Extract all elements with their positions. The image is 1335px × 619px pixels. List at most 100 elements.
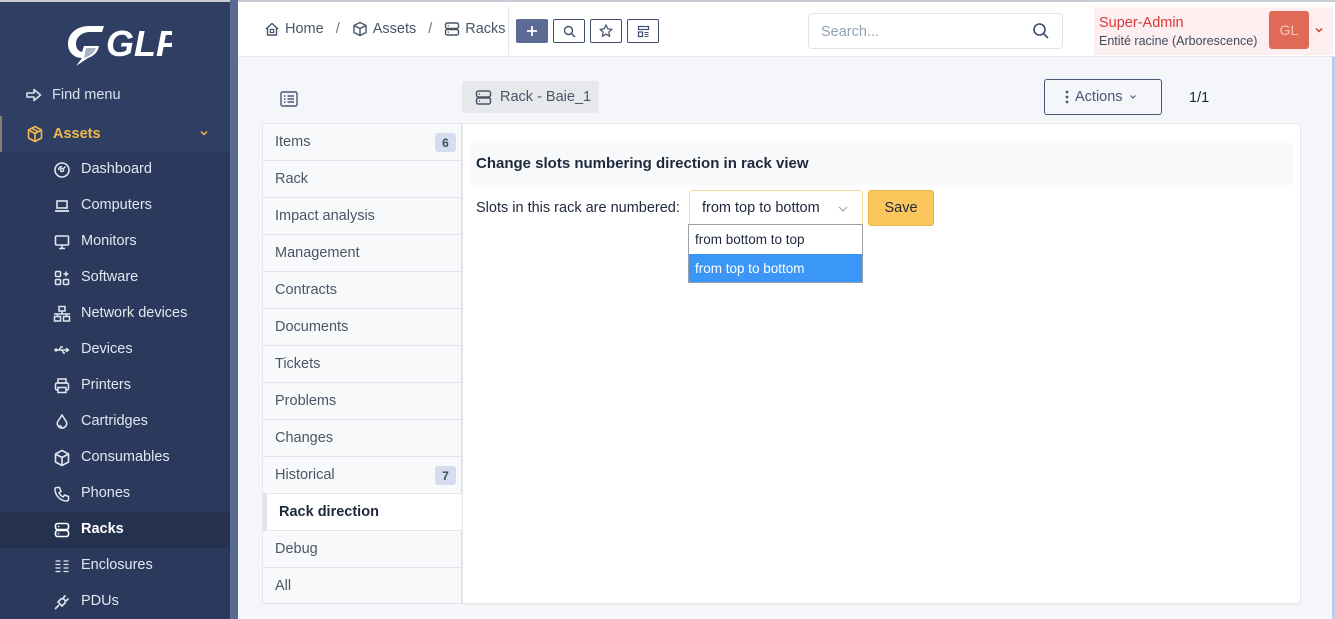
- box-icon: [353, 21, 367, 37]
- breadcrumb-assets[interactable]: Assets: [352, 21, 416, 37]
- item-tabs: Items 6 Rack Impact analysis Management …: [262, 123, 463, 605]
- tab-debug[interactable]: Debug: [263, 531, 462, 568]
- box-icon: [27, 125, 43, 143]
- option-top-to-bottom[interactable]: from top to bottom: [689, 254, 862, 282]
- avatar[interactable]: GL: [1269, 11, 1309, 49]
- sidebar-item-monitors[interactable]: Monitors: [0, 224, 230, 260]
- sidebar-section-label: Assets: [53, 126, 101, 142]
- tab-contracts[interactable]: Contracts: [263, 272, 462, 309]
- sidebar-item-label: Dashboard: [81, 161, 152, 177]
- tab-historical[interactable]: Historical 7: [263, 457, 462, 494]
- apps-icon: [54, 270, 70, 286]
- search-input[interactable]: [821, 22, 1021, 42]
- home-icon: [265, 22, 279, 36]
- breadcrumb-separator: /: [428, 21, 433, 37]
- add-button[interactable]: [516, 19, 548, 43]
- sidebar-item-label: Racks: [81, 521, 124, 537]
- printer-icon: [54, 378, 70, 394]
- sidebar-item-label: Enclosures: [81, 557, 153, 573]
- logo-text: GLPI: [106, 23, 172, 64]
- sidebar-item-software[interactable]: Software: [0, 260, 230, 296]
- option-label: from top to bottom: [695, 261, 805, 276]
- tab-label: Tickets: [275, 356, 321, 372]
- numbering-field-label: Slots in this rack are numbered:: [476, 200, 680, 216]
- tab-label: Items: [275, 134, 311, 150]
- glpi-logo[interactable]: GLPI: [62, 20, 172, 68]
- network-icon: [53, 305, 71, 322]
- item-title-text: Rack - Baie_1: [500, 89, 592, 105]
- plus-icon: [527, 26, 537, 36]
- server-icon: [54, 522, 70, 538]
- tab-items[interactable]: Items 6: [263, 124, 462, 161]
- header-divider: [508, 7, 509, 55]
- search-icon[interactable]: [1032, 22, 1050, 40]
- tab-rack-direction[interactable]: Rack direction: [263, 494, 463, 531]
- sidebar-item-printers[interactable]: Printers: [0, 368, 230, 404]
- option-bottom-to-top[interactable]: from bottom to top: [689, 225, 862, 253]
- sidebar-item-enclosures[interactable]: Enclosures: [0, 548, 230, 584]
- user-menu[interactable]: Super-Admin Entité racine (Arborescence)…: [1094, 7, 1333, 55]
- server-icon: [445, 22, 460, 36]
- sidebar-item-consumables[interactable]: Consumables: [0, 440, 230, 476]
- numbering-direction-select[interactable]: from top to bottom: [689, 190, 863, 226]
- search-icon: [563, 25, 575, 37]
- item-title: Rack - Baie_1: [462, 81, 599, 113]
- template-icon: [637, 25, 649, 37]
- gauge-icon: [54, 162, 70, 178]
- sidebar-submenu: Dashboard Computers Monitors Software Ne…: [0, 152, 230, 619]
- list-columns-icon: [55, 560, 69, 573]
- select-dropdown-list: from bottom to top from top to bottom: [688, 224, 863, 283]
- find-menu-button[interactable]: Find menu: [26, 84, 121, 106]
- sidebar-item-devices[interactable]: Devices: [0, 332, 230, 368]
- sidebar-item-phones[interactable]: Phones: [0, 476, 230, 512]
- sidebar-item-pdus[interactable]: PDUs: [0, 584, 230, 619]
- sidebar-item-computers[interactable]: Computers: [0, 188, 230, 224]
- sidebar-item-cartridges[interactable]: Cartridges: [0, 404, 230, 440]
- breadcrumb-label: Home: [285, 21, 324, 37]
- chevron-down-icon: [838, 206, 848, 212]
- count-badge: 6: [435, 133, 456, 152]
- sidebar-item-network-devices[interactable]: Network devices: [0, 296, 230, 332]
- star-icon: [599, 24, 613, 37]
- breadcrumb-racks[interactable]: Racks: [444, 21, 506, 37]
- tab-label: Impact analysis: [275, 208, 375, 224]
- toggle-tabs-icon[interactable]: [280, 91, 298, 107]
- breadcrumb-separator: /: [335, 21, 340, 37]
- sidebar-item-label: PDUs: [81, 593, 119, 609]
- templates-button[interactable]: [627, 19, 659, 43]
- tab-rack[interactable]: Rack: [263, 161, 462, 198]
- sidebar-item-dashboard[interactable]: Dashboard: [0, 152, 230, 188]
- search-button[interactable]: [553, 19, 585, 43]
- tab-label: Documents: [275, 319, 349, 335]
- option-label: from bottom to top: [695, 232, 805, 247]
- tab-problems[interactable]: Problems: [263, 383, 462, 420]
- tab-label: All: [275, 578, 292, 594]
- actions-label: Actions: [1075, 89, 1123, 105]
- count-badge: 7: [435, 466, 456, 485]
- server-icon: [475, 89, 492, 105]
- tab-management[interactable]: Management: [263, 235, 462, 272]
- save-button[interactable]: Save: [868, 190, 934, 226]
- chevron-down-icon: [1129, 95, 1136, 99]
- tab-changes[interactable]: Changes: [263, 420, 462, 457]
- sidebar-collapse-handle[interactable]: [230, 0, 238, 619]
- global-search: [808, 13, 1063, 49]
- sidebar-section-assets[interactable]: Assets: [0, 116, 230, 152]
- tab-tickets[interactable]: Tickets: [263, 346, 462, 383]
- sidebar-item-label: Network devices: [81, 305, 188, 321]
- tab-all[interactable]: All: [263, 568, 462, 605]
- user-profile: Super-Admin: [1099, 15, 1184, 31]
- tab-documents[interactable]: Documents: [263, 309, 462, 346]
- tab-impact-analysis[interactable]: Impact analysis: [263, 198, 462, 235]
- actions-button[interactable]: Actions: [1044, 79, 1162, 115]
- sidebar-item-racks[interactable]: Racks: [0, 512, 230, 548]
- tab-label: Debug: [275, 541, 318, 557]
- breadcrumb-home[interactable]: Home: [264, 21, 324, 37]
- package-icon: [54, 449, 70, 467]
- top-header: Home / Assets / Racks Super-Admin Entité…: [238, 0, 1335, 57]
- sidebar-item-label: Phones: [81, 485, 131, 501]
- tab-content-panel: Change slots numbering direction in rack…: [462, 123, 1301, 604]
- sidebar-item-label: Monitors: [81, 233, 137, 249]
- section-title: Change slots numbering direction in rack…: [476, 155, 809, 172]
- saved-searches-button[interactable]: [590, 19, 622, 43]
